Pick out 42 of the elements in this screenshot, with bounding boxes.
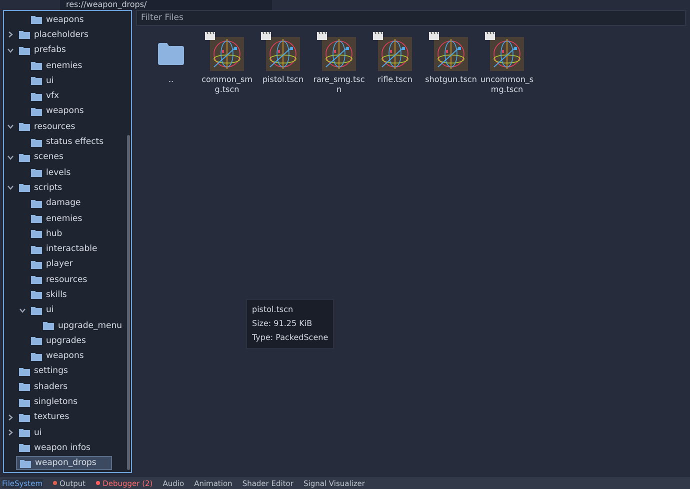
folder-tree-item[interactable]: resources bbox=[16, 120, 78, 133]
folder-tree-item[interactable]: upgrade_menu bbox=[40, 320, 126, 332]
tooltip-line: Type: PackedScene bbox=[252, 332, 328, 344]
folder-tree-item[interactable]: damage bbox=[28, 197, 84, 210]
folder-tree-item[interactable]: skills bbox=[28, 288, 70, 301]
folder-tree-item[interactable]: enemies bbox=[28, 212, 86, 224]
folder-tree-item[interactable]: ui bbox=[16, 426, 45, 439]
file-name: rifle.tscn bbox=[376, 75, 414, 85]
tooltip-line: Size: 91.25 KiB bbox=[252, 318, 314, 330]
file-name: shotgun.tscn bbox=[424, 75, 478, 85]
folder-tree-item[interactable]: status effects bbox=[28, 136, 107, 148]
folder-tree-item[interactable]: ui bbox=[28, 74, 57, 87]
folder-tree-item[interactable]: weapons bbox=[28, 14, 87, 26]
folder-tree-item[interactable]: scenes bbox=[16, 151, 66, 164]
folder-tree-item[interactable]: scripts bbox=[16, 182, 66, 194]
folder-tree-item[interactable]: upgrades bbox=[28, 334, 89, 347]
file-name: pistol.tscn bbox=[261, 75, 305, 85]
folder-tree-item[interactable]: levels bbox=[28, 166, 74, 179]
file-name: common_smg.tscn bbox=[200, 75, 254, 95]
path-field[interactable]: res://weapon_drops/ bbox=[60, 0, 272, 10]
folder-tree-item[interactable]: shaders bbox=[16, 380, 71, 393]
folder-tree-item[interactable]: placeholders bbox=[16, 28, 92, 41]
folder-tree-item[interactable]: hub bbox=[28, 228, 66, 240]
tooltip-line: pistol.tscn bbox=[252, 304, 294, 316]
file-name: .. bbox=[167, 75, 175, 85]
folder-tree-item[interactable]: textures bbox=[16, 411, 72, 424]
folder-tree-item[interactable]: singletons bbox=[16, 396, 81, 408]
filter-files-field[interactable]: Filter Files bbox=[136, 10, 686, 26]
folder-tree-item[interactable]: settings bbox=[16, 365, 71, 378]
folder-tree-item[interactable]: vfx bbox=[28, 90, 62, 102]
folder-tree-item[interactable]: weapons bbox=[28, 350, 87, 362]
folder-tree-item[interactable]: weapons bbox=[28, 105, 87, 118]
file-name: uncommon_smg.tscn bbox=[480, 75, 534, 95]
folder-tree-item[interactable]: player bbox=[28, 258, 76, 270]
folder-tree-item[interactable]: weapon infos bbox=[16, 442, 94, 454]
folder-tree-item[interactable]: weapon_drops bbox=[16, 456, 112, 470]
file-name: rare_smg.tscn bbox=[312, 75, 366, 95]
folder-tree-item[interactable]: ui bbox=[28, 304, 57, 316]
folder-tree-item[interactable]: interactable bbox=[28, 243, 100, 256]
folder-tree-item[interactable]: resources bbox=[28, 274, 90, 286]
folder-tree-item[interactable]: enemies bbox=[28, 60, 86, 72]
folder-tree-item[interactable]: prefabs bbox=[16, 44, 69, 56]
